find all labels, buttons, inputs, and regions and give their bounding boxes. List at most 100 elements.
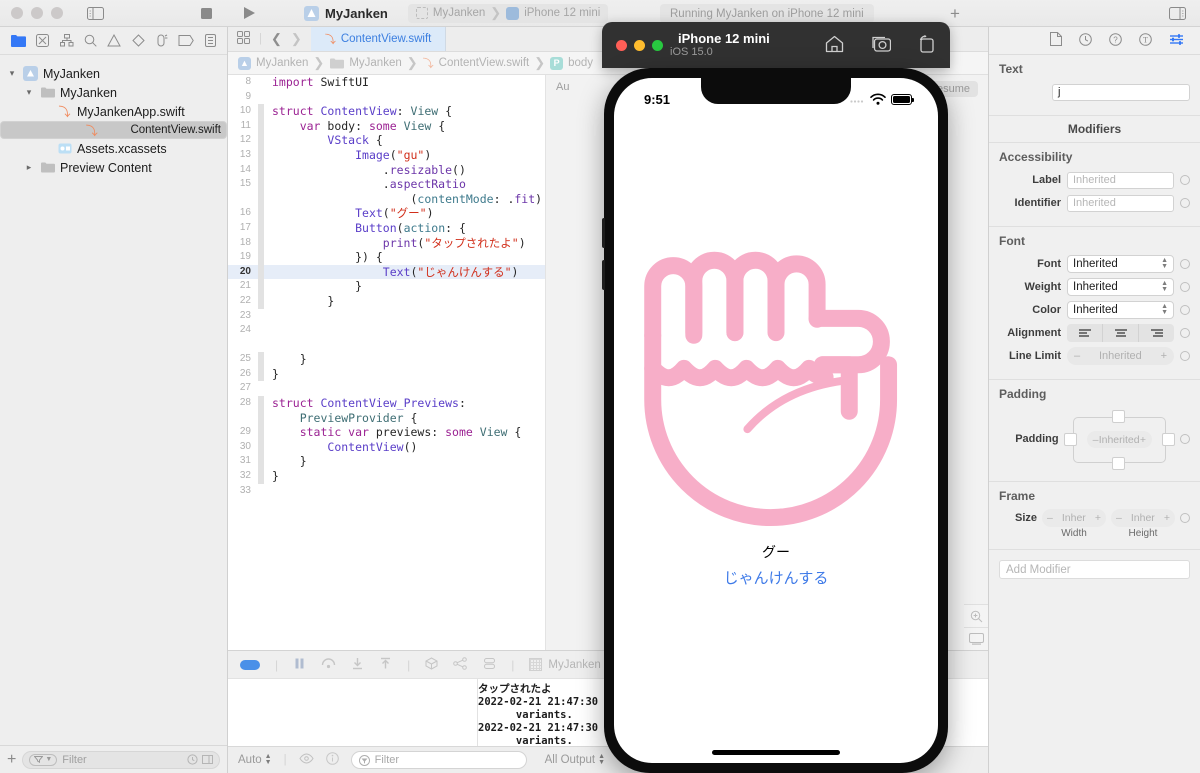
- navigator-tab-issues-icon[interactable]: [107, 34, 122, 47]
- align-center-icon[interactable]: [1103, 324, 1139, 342]
- home-indicator[interactable]: [712, 750, 840, 755]
- navigate-back-button[interactable]: ❮: [271, 31, 282, 47]
- padding-bottom-checkbox[interactable]: [1111, 457, 1125, 470]
- simulator-device[interactable]: 9:51 グー じゃんけんする: [602, 68, 948, 773]
- accessibility-label-input[interactable]: Inherited: [1067, 171, 1174, 189]
- navigator-tab-tests-icon[interactable]: [132, 34, 145, 47]
- filter-scope-icon[interactable]: ▼: [29, 753, 58, 766]
- editor-tab-contentview[interactable]: ⤵ ContentView.swift: [310, 27, 447, 51]
- tree-item-5[interactable]: ▸ Preview Content: [0, 158, 227, 177]
- line-limit-toggle-icon[interactable]: [1180, 351, 1190, 361]
- padding-top-checkbox[interactable]: [1111, 410, 1125, 423]
- font-select[interactable]: Inherited ▲ ▼: [1067, 255, 1174, 273]
- navigator-tab-search-icon[interactable]: [84, 34, 97, 47]
- volume-down-button[interactable]: [602, 260, 605, 290]
- frame-width-stepper[interactable]: – Inher +: [1042, 509, 1106, 527]
- navigator-tab-reports-icon[interactable]: [204, 34, 216, 47]
- minimize-button[interactable]: [31, 7, 43, 19]
- variables-info-icon[interactable]: [325, 752, 339, 768]
- code-fold-ribbon[interactable]: [258, 484, 264, 499]
- simulator-minimize-button[interactable]: [634, 39, 645, 51]
- code-fold-ribbon[interactable]: [258, 381, 264, 396]
- inspector-tab-attributes-icon[interactable]: [1169, 33, 1184, 49]
- padding-value-stepper[interactable]: – Inherited +: [1086, 431, 1152, 448]
- navigator-tab-breakpoints-icon[interactable]: [178, 35, 195, 46]
- code-fold-ribbon[interactable]: [258, 309, 264, 324]
- maximize-button[interactable]: [51, 7, 63, 19]
- debug-environment-overrides-button[interactable]: [483, 657, 496, 673]
- tree-item-1[interactable]: ▾ MyJanken: [0, 83, 227, 102]
- tree-item-0[interactable]: ▾ MyJanken: [0, 64, 227, 83]
- navigator-tab-source-control-icon[interactable]: [36, 34, 50, 47]
- breadcrumb-item-3[interactable]: body: [568, 57, 593, 69]
- add-file-button[interactable]: +: [7, 751, 16, 768]
- simulator-window[interactable]: iPhone 12 mini iOS 15.0 9:51 グー じゃんけんする: [602, 22, 950, 773]
- disclosure-triangle-icon[interactable]: ▾: [6, 68, 18, 79]
- inspector-tab-file-icon[interactable]: [1050, 32, 1062, 49]
- alignment-toggle-icon[interactable]: [1180, 328, 1190, 338]
- frame-height-minus[interactable]: –: [1116, 512, 1122, 524]
- console-scope-selector[interactable]: All Output ▲ ▼: [545, 753, 605, 766]
- inspector-tab-quick-help-icon[interactable]: ?: [1109, 32, 1122, 49]
- stop-button[interactable]: [200, 7, 213, 20]
- weight-select[interactable]: Inherited ▲ ▼: [1067, 278, 1174, 296]
- show-variables-icon[interactable]: [299, 753, 314, 767]
- tree-item-3[interactable]: ⤵ ContentView.swift: [0, 121, 227, 139]
- tab-overview-icon[interactable]: [237, 31, 250, 47]
- add-modifier-input[interactable]: Add Modifier: [999, 560, 1190, 579]
- toggle-inspector-icon[interactable]: [1169, 7, 1186, 23]
- line-limit-stepper[interactable]: – Inherited +: [1067, 347, 1174, 365]
- device-screen[interactable]: 9:51 グー じゃんけんする: [614, 78, 938, 763]
- navigate-forward-button[interactable]: ❯: [291, 31, 302, 47]
- home-icon[interactable]: [825, 35, 844, 56]
- pause-button[interactable]: [293, 657, 306, 673]
- breadcrumb-item-1[interactable]: MyJanken: [349, 57, 401, 69]
- variables-scope-selector[interactable]: Auto ▲ ▼: [238, 753, 272, 766]
- padding-toggle-icon[interactable]: [1180, 434, 1190, 444]
- padding-minus[interactable]: –: [1093, 434, 1099, 446]
- inspector-tab-history-icon[interactable]: [1079, 32, 1092, 49]
- step-into-button[interactable]: [351, 657, 364, 673]
- color-toggle-icon[interactable]: [1180, 305, 1190, 315]
- alignment-segmented-control[interactable]: [1067, 324, 1174, 342]
- step-out-button[interactable]: [379, 657, 392, 673]
- text-value-input[interactable]: j: [1052, 83, 1190, 101]
- padding-trailing-checkbox[interactable]: [1162, 433, 1175, 446]
- toggle-navigator-icon[interactable]: [87, 6, 104, 20]
- run-button[interactable]: [243, 6, 256, 20]
- tree-item-4[interactable]: Assets.xcassets: [0, 139, 227, 158]
- navigator-filter-input[interactable]: ▼ Filter: [22, 750, 220, 769]
- disclosure-triangle-icon[interactable]: ▾: [23, 87, 35, 98]
- frame-width-minus[interactable]: –: [1047, 512, 1053, 524]
- camera-icon[interactable]: [870, 35, 892, 56]
- navigator-tab-debug-icon[interactable]: [155, 34, 168, 47]
- font-toggle-icon[interactable]: [1180, 259, 1190, 269]
- accessibility-identifier-input[interactable]: Inherited: [1067, 194, 1174, 212]
- janken-button[interactable]: じゃんけんする: [724, 567, 829, 588]
- debug-process-selector[interactable]: MyJanken: [529, 658, 601, 671]
- code-fold-ribbon[interactable]: [258, 90, 264, 105]
- frame-toggle-icon[interactable]: [1180, 513, 1190, 523]
- color-select[interactable]: Inherited ▲ ▼: [1067, 301, 1174, 319]
- canvas-device-settings-button[interactable]: [964, 627, 988, 650]
- step-over-button[interactable]: [321, 657, 336, 673]
- scheme-destination-field[interactable]: MyJanken ❯ iPhone 12 mini: [407, 3, 609, 23]
- simulator-close-button[interactable]: [616, 39, 627, 51]
- padding-plus[interactable]: +: [1140, 434, 1146, 446]
- rotate-icon[interactable]: [917, 34, 936, 56]
- accessibility-identifier-toggle-icon[interactable]: [1180, 198, 1190, 208]
- align-left-icon[interactable]: [1067, 324, 1103, 342]
- padding-control[interactable]: – Inherited +: [1063, 409, 1176, 471]
- align-right-icon[interactable]: [1139, 324, 1174, 342]
- navigator-tab-symbol-hierarchy-icon[interactable]: [59, 34, 74, 47]
- padding-leading-checkbox[interactable]: [1063, 433, 1077, 446]
- line-limit-minus[interactable]: –: [1074, 350, 1080, 362]
- close-button[interactable]: [11, 7, 23, 19]
- breadcrumb-item-2[interactable]: ContentView.swift: [439, 57, 530, 69]
- code-fold-ribbon[interactable]: [258, 338, 264, 353]
- frame-height-plus[interactable]: +: [1164, 512, 1170, 524]
- volume-up-button[interactable]: [602, 218, 605, 248]
- line-limit-plus[interactable]: +: [1161, 350, 1167, 362]
- toggle-debug-area-button[interactable]: [240, 659, 260, 670]
- simulator-maximize-button[interactable]: [652, 39, 663, 51]
